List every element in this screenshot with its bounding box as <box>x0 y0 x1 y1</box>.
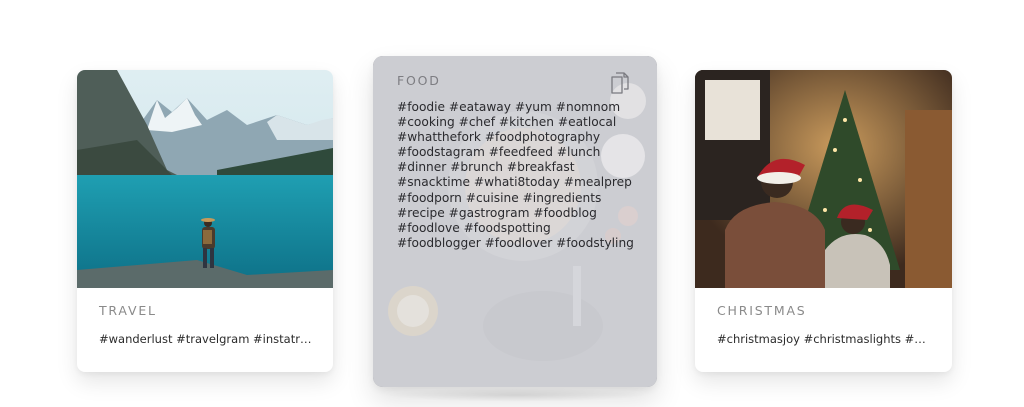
hashtags-line: #foodblogger #foodlover #foodstyling <box>397 235 634 250</box>
hashtags-line: #recipe #gastrogram #foodblog <box>397 205 597 220</box>
hashtags-line: #foodlove #foodspotting <box>397 220 551 235</box>
hashtag-gallery: TRAVEL #wanderlust #travelgram #instatra… <box>0 0 1024 407</box>
hashtags-preview: #wanderlust #travelgram #instatravel #tr… <box>99 332 314 346</box>
travel-card[interactable]: TRAVEL #wanderlust #travelgram #instatra… <box>77 70 333 372</box>
hashtags-line: #snacktime #whati8today #mealprep <box>397 175 632 190</box>
hashtags-list: #foodie #eataway #yum #nomnom #cooking #… <box>397 100 647 251</box>
christmas-photo <box>695 70 952 288</box>
hashtags-preview: #christmasjoy #christmaslights #christma… <box>717 332 932 346</box>
category-label: TRAVEL <box>99 303 157 318</box>
hashtags-line: #foodie #eataway #yum #nomnom <box>397 100 621 114</box>
card-shadow <box>385 388 647 402</box>
food-card[interactable]: FOOD #foodie #eataway #yum #nomnom #cook… <box>373 56 657 387</box>
copy-icon[interactable] <box>609 71 631 95</box>
christmas-card[interactable]: CHRISTMAS #christmasjoy #christmaslights… <box>695 70 952 372</box>
hashtags-line: #dinner #brunch #breakfast <box>397 160 575 175</box>
hashtags-line: #whatthefork #foodphotography <box>397 130 601 145</box>
hashtags-line: #cooking #chef #kitchen #eatlocal <box>397 115 617 130</box>
travel-photo <box>77 70 333 288</box>
category-label: CHRISTMAS <box>717 303 807 318</box>
hashtags-line: #foodstagram #feedfeed #lunch <box>397 145 601 160</box>
hashtags-line: #foodporn #cuisine #ingredients <box>397 190 602 205</box>
category-label: FOOD <box>397 73 441 88</box>
